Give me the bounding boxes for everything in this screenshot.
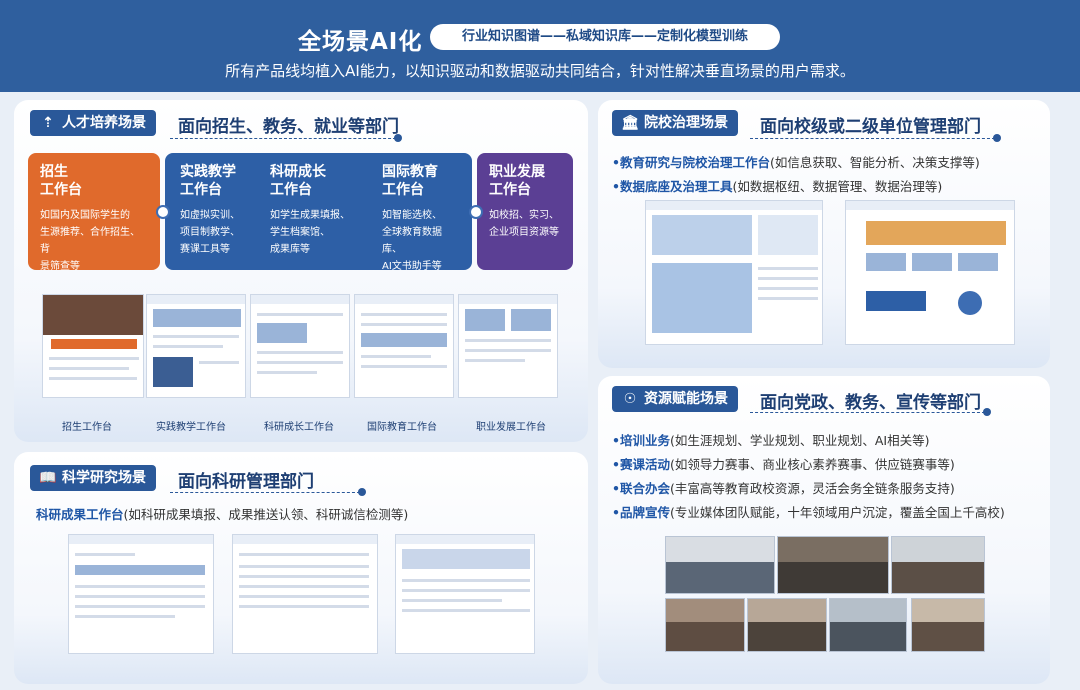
event-photo [747,598,827,652]
title-pill: 行业知识图谱——私域知识库——定制化模型训练 [430,24,780,50]
caption-career: 职业发展工作台 [476,422,546,433]
talent-tag: ⇡ 人才培养场景 [30,110,156,136]
governance-dashboard-screenshot [645,200,823,345]
connector-dot [156,205,170,219]
resources-item-3: •联合办会(丰富高等教育政校资源，灵活会务全链条服务支持) [612,478,955,497]
resources-item-key: •品牌宣传 [612,505,670,520]
talent-underline [170,134,402,142]
card-title: 实践教学 工作台 [180,164,236,198]
event-photo [665,598,745,652]
event-photo [777,536,889,594]
caption-research-growth: 科研成长工作台 [264,422,334,433]
resources-item-1: •培训业务(如生涯规划、学业规划、职业规划、AI相关等) [612,430,930,449]
research-screenshot-2 [232,534,378,654]
card-desc: 如国内及国际学生的 生源推荐、合作招生、背 景筛查等 [40,210,140,272]
research-growth-screenshot [250,294,350,398]
header-banner: 全场景AI化 行业知识图谱——私域知识库——定制化模型训练 所有产品线均植入AI… [0,0,1080,92]
resources-item-desc: (如领导力赛事、商业核心素养赛事、供应链赛事等) [670,457,955,472]
governance-dept: 面向校级或二级单位管理部门 [760,117,981,137]
event-photo [665,536,775,594]
governance-item-desc: (如数据枢纽、数据管理、数据治理等) [732,179,943,194]
governance-charts-screenshot [845,200,1015,345]
resources-item-4: •品牌宣传(专业媒体团队赋能，十年领域用户沉淀，覆盖全国上千高校) [612,502,1005,521]
card-desc: 如校招、实习、 企业项目资源等 [489,210,559,238]
card-career[interactable]: 职业发展 工作台 如校招、实习、 企业项目资源等 [477,153,573,270]
international-screenshot [354,294,454,398]
resources-item-desc: (专业媒体团队赋能，十年领域用户沉淀，覆盖全国上千高校) [670,505,1005,520]
resources-item-desc: (如生涯规划、学业规划、职业规划、AI相关等) [670,433,930,448]
research-item: 科研成果工作台(如科研成果填报、成果推送认领、科研诚信检测等) [36,504,408,523]
resources-item-desc: (丰富高等教育政校资源，灵活会务全链条服务支持) [670,481,955,496]
governance-item-2: •数据底座及治理工具(如数据枢纽、数据管理、数据治理等) [612,176,942,195]
resources-dept: 面向党政、教务、宣传等部门 [760,393,981,413]
research-tag: 📖 科学研究场景 [30,465,156,491]
research-item-desc: (如科研成果填报、成果推送认领、科研诚信检测等) [123,507,409,522]
governance-item-key: •教育研究与院校治理工作台 [612,155,770,170]
card-practice[interactable]: 实践教学 工作台 如虚拟实训、 项目制教学、 赛课工具等 [168,153,264,270]
research-item-key: 科研成果工作台 [36,507,124,522]
research-tag-label: 科学研究场景 [62,470,146,486]
governance-underline [750,134,1001,142]
caption-international: 国际教育工作台 [367,422,437,433]
card-desc: 如智能选校、 全球教育数据库、 AI文书助手等 [382,210,442,272]
resources-item-key: •赛课活动 [612,457,670,472]
card-desc: 如学生成果填报、 学生档案馆、 成果库等 [270,210,350,255]
card-research-growth[interactable]: 科研成长 工作台 如学生成果填报、 学生档案馆、 成果库等 [258,153,368,270]
resources-item-key: •联合办会 [612,481,670,496]
card-title: 国际教育 工作台 [382,164,438,198]
admissions-screenshot [42,294,144,398]
resources-underline [750,408,991,416]
institution-icon: 🏛 [621,115,639,131]
network-icon: ☉ [623,391,637,407]
talent-dept: 面向招生、教务、就业等部门 [178,117,399,137]
connector-dot [469,205,483,219]
resources-tag: ☉ 资源赋能场景 [612,386,738,412]
card-admissions[interactable]: 招生 工作台 如国内及国际学生的 生源推荐、合作招生、背 景筛查等 [28,153,160,272]
research-underline [170,488,366,496]
governance-item-1: •教育研究与院校治理工作台(如信息获取、智能分析、决策支撑等) [612,152,980,171]
research-screenshot-3 [395,534,535,654]
governance-tag-label: 院校治理场景 [644,115,728,131]
governance-item-desc: (如信息获取、智能分析、决策支撑等) [770,155,980,170]
event-photo [911,598,985,652]
book-search-icon: 📖 [39,470,57,486]
person-upload-icon: ⇡ [42,115,54,131]
card-title: 科研成长 工作台 [270,164,326,198]
page-title: 全场景AI化 [298,29,423,55]
caption-practice: 实践教学工作台 [156,422,226,433]
practice-screenshot [146,294,246,398]
career-screenshot [458,294,558,398]
talent-tag-label: 人才培养场景 [62,115,146,131]
governance-tag: 🏛 院校治理场景 [612,110,738,136]
governance-item-key: •数据底座及治理工具 [612,179,733,194]
card-title: 招生 工作台 [40,164,82,198]
caption-admissions: 招生工作台 [62,422,112,433]
page-subtitle: 所有产品线均植入AI能力，以知识驱动和数据驱动共同结合，针对性解决垂直场景的用户… [225,62,855,80]
research-dept: 面向科研管理部门 [178,472,314,492]
card-title: 职业发展 工作台 [489,164,545,198]
resources-item-2: •赛课活动(如领导力赛事、商业核心素养赛事、供应链赛事等) [612,454,955,473]
event-photo [891,536,985,594]
card-desc: 如虚拟实训、 项目制教学、 赛课工具等 [180,210,240,255]
research-screenshot-1 [68,534,214,654]
resources-item-key: •培训业务 [612,433,670,448]
card-international[interactable]: 国际教育 工作台 如智能选校、 全球教育数据库、 AI文书助手等 [370,153,472,272]
resources-tag-label: 资源赋能场景 [644,391,728,407]
event-photo [829,598,907,652]
